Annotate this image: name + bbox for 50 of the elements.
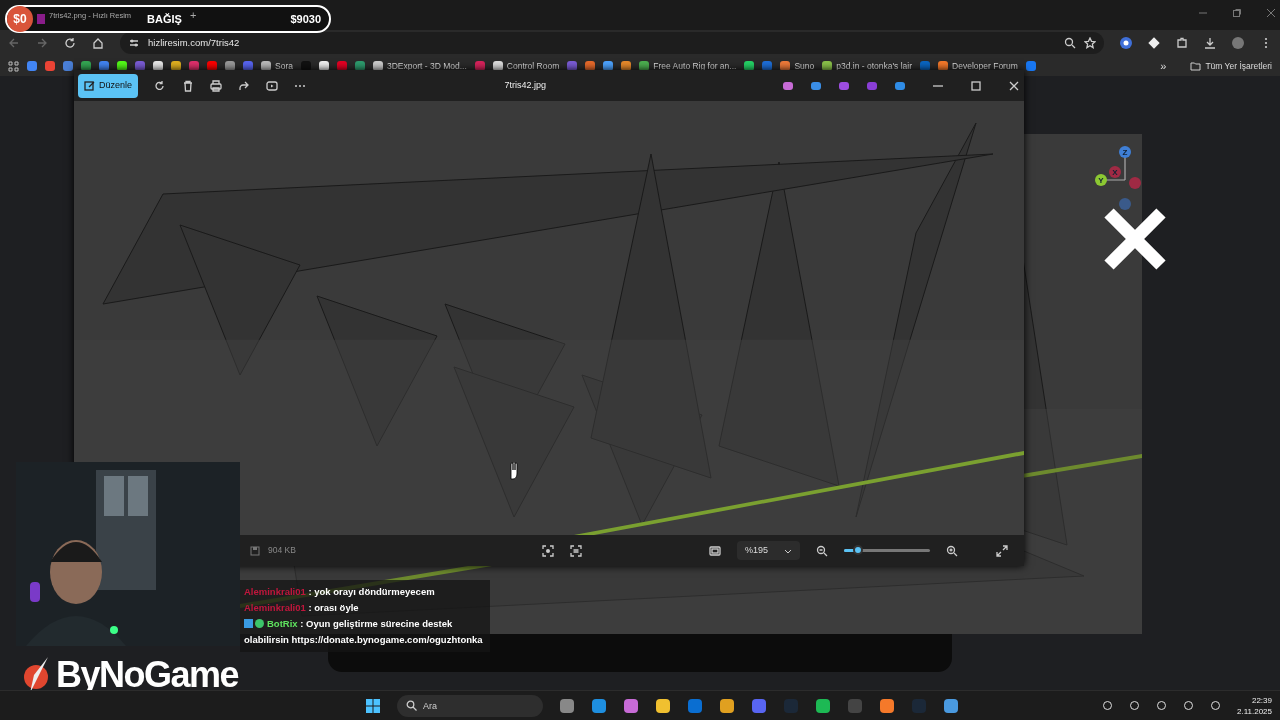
close-icon[interactable]: [1008, 79, 1020, 92]
app-icon[interactable]: [559, 697, 575, 714]
restore-icon: [1232, 8, 1242, 18]
logo-text: ByNoGame: [56, 653, 239, 697]
avatar-icon[interactable]: [1232, 37, 1244, 49]
maximize-icon[interactable]: [970, 79, 982, 92]
print-icon[interactable]: [210, 79, 223, 92]
edit-icon: [84, 80, 95, 91]
edit-button[interactable]: Düzenle: [78, 73, 139, 98]
photo-icon[interactable]: [810, 79, 822, 92]
donation-goal: $9030: [290, 11, 321, 27]
app-icon[interactable]: [655, 697, 671, 714]
favicon-icon: [37, 14, 45, 24]
slideshow-icon[interactable]: [266, 79, 279, 92]
app-icon[interactable]: [623, 697, 639, 714]
close-icon: [1266, 8, 1276, 18]
date-text: 2.11.2025: [1237, 705, 1272, 717]
app-icon[interactable]: [591, 697, 607, 714]
folder-icon: [1190, 61, 1202, 71]
new-tab-button[interactable]: +: [189, 7, 197, 24]
file-name: 7tris42.jpg: [504, 78, 546, 92]
donation-label: BAĞIŞ: [147, 11, 182, 27]
more-bookmarks-button[interactable]: »: [1160, 57, 1167, 75]
delete-icon[interactable]: [182, 79, 195, 92]
all-bookmarks-link[interactable]: Tüm Yer İşaretleri: [1190, 59, 1272, 73]
start-icon[interactable]: [365, 697, 381, 714]
reload-icon[interactable]: [64, 37, 76, 49]
site-info-icon: [128, 37, 140, 49]
forward-icon[interactable]: [36, 37, 48, 49]
apps-icon[interactable]: [8, 60, 19, 72]
app-icon[interactable]: [943, 697, 959, 714]
time-text: 22:39: [1250, 694, 1272, 706]
app-icon[interactable]: [879, 697, 895, 714]
search-field[interactable]: Ara: [397, 694, 543, 717]
clock[interactable]: 22:39 2.11.2025: [1237, 694, 1272, 717]
zoom-icon[interactable]: [1064, 37, 1076, 49]
star-icon[interactable]: [1084, 37, 1096, 49]
app-icon[interactable]: [719, 697, 735, 714]
share-icon[interactable]: [238, 79, 251, 92]
clipchamp-icon[interactable]: [866, 79, 878, 92]
app-icon[interactable]: [815, 697, 831, 714]
url-text: hizliresim.com/7tris42: [148, 35, 241, 50]
rotate-icon[interactable]: [154, 79, 167, 92]
back-icon[interactable]: [8, 37, 20, 49]
amount-badge: $0: [7, 6, 33, 32]
address-bar[interactable]: hizliresim.com/7tris42: [120, 32, 1104, 54]
cloud-icon[interactable]: [894, 79, 906, 92]
download-icon[interactable]: [1204, 37, 1216, 49]
home-icon[interactable]: [92, 37, 104, 49]
app-icon[interactable]: [782, 79, 794, 92]
